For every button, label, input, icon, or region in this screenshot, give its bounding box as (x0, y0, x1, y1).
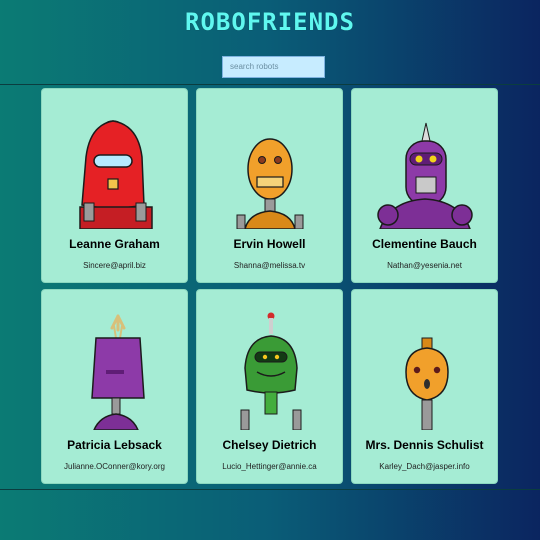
robot-card[interactable]: Mrs. Dennis Schulist Karley_Dach@jasper.… (351, 289, 498, 484)
robot-name: Ervin Howell (233, 237, 306, 251)
robot-card[interactable]: Clementine Bauch Nathan@yesenia.net (351, 88, 498, 283)
robot-avatar (91, 314, 145, 430)
robot-avatar (405, 337, 449, 430)
robot-avatar (377, 122, 473, 229)
robot-avatar (79, 120, 153, 229)
robot-email: Karley_Dach@jasper.info (379, 462, 470, 471)
robot-name: Chelsey Dietrich (222, 438, 317, 452)
robot-card[interactable]: Patricia Lebsack Julianne.OConner@kory.o… (41, 289, 188, 484)
robot-name: Leanne Graham (69, 237, 160, 251)
robot-card[interactable]: Leanne Graham Sincere@april.biz (41, 88, 188, 283)
robot-card[interactable]: Ervin Howell Shanna@melissa.tv (196, 88, 343, 283)
robot-email: Sincere@april.biz (83, 261, 146, 270)
robot-name: Mrs. Dennis Schulist (365, 438, 484, 452)
robot-name: Patricia Lebsack (67, 438, 162, 452)
robot-avatar (240, 312, 302, 430)
robot-card[interactable]: Chelsey Dietrich Lucio_Hettinger@annie.c… (196, 289, 343, 484)
robot-name: Clementine Bauch (372, 237, 477, 251)
robot-avatar (236, 138, 304, 229)
app-title: ROBOFRIENDS (185, 8, 355, 36)
robot-email: Nathan@yesenia.net (387, 261, 462, 270)
robot-email: Lucio_Hettinger@annie.ca (222, 462, 317, 471)
robot-email: Julianne.OConner@kory.org (64, 462, 165, 471)
card-list[interactable]: Leanne Graham Sincere@april.biz Ervin Ho… (0, 84, 540, 490)
robot-email: Shanna@melissa.tv (233, 261, 306, 270)
search-input[interactable]: search robots (222, 56, 325, 78)
